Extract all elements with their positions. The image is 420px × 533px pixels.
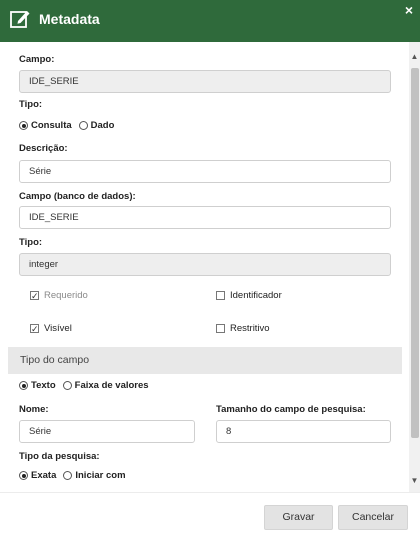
nome-label: Nome: <box>19 404 49 415</box>
radio-faixa-valores[interactable] <box>62 381 72 390</box>
radio-exata-label: Exata <box>31 470 57 481</box>
dialog-footer: Gravar Cancelar <box>0 492 420 533</box>
radio-iniciar-com[interactable] <box>63 471 73 480</box>
close-icon[interactable]: × <box>405 2 413 18</box>
dialog-title: Metadata <box>39 11 100 27</box>
radio-exata[interactable] <box>19 471 28 480</box>
edit-icon <box>10 11 30 28</box>
scroll-thumb[interactable] <box>411 68 419 438</box>
scroll-down-icon[interactable]: ▼ <box>409 474 420 488</box>
tipo2-label: Tipo: <box>19 237 43 248</box>
tipo-campo-radio-group: Texto Faixa de valores <box>19 380 156 391</box>
identificador-label: Identificador <box>230 290 282 301</box>
campo-label: Campo: <box>19 54 55 65</box>
campo-bd-label: Campo (banco de dados): <box>19 191 136 202</box>
vertical-scrollbar[interactable]: ▲ ▼ <box>409 42 420 492</box>
restritivo-checkbox[interactable]: Restritivo <box>216 323 270 334</box>
nome-field[interactable]: Série <box>19 420 195 443</box>
radio-dado-label: Dado <box>90 120 115 131</box>
scroll-up-icon[interactable]: ▲ <box>409 50 420 64</box>
tamanho-label: Tamanho do campo de pesquisa: <box>216 404 366 415</box>
radio-iniciar-com-label: Iniciar com <box>75 470 126 481</box>
requerido-check-icon: ✓ <box>30 291 39 301</box>
pesquisa-label: Tipo da pesquisa: <box>19 451 100 462</box>
tipo2-field: integer <box>19 253 391 276</box>
section-header-tipo-campo: Tipo do campo <box>8 347 402 374</box>
campo-field: IDE_SERIE <box>19 70 391 93</box>
radio-texto[interactable] <box>19 381 28 390</box>
tipo-label: Tipo: <box>19 99 43 110</box>
metadata-form: Campo: IDE_SERIE Tipo: Consulta Dado Des… <box>8 42 402 492</box>
visivel-label: Visível <box>44 323 72 334</box>
radio-faixa-valores-label: Faixa de valores <box>74 380 149 391</box>
restritivo-check-box[interactable] <box>216 324 225 333</box>
descricao-field[interactable]: Série <box>19 160 391 183</box>
identificador-check-box[interactable] <box>216 291 225 300</box>
requerido-label: Requerido <box>44 290 88 301</box>
descricao-label: Descrição: <box>19 143 68 154</box>
radio-texto-label: Texto <box>31 380 56 391</box>
radio-consulta[interactable] <box>19 121 28 130</box>
tipo-radio-group: Consulta Dado <box>19 120 121 131</box>
radio-consulta-label: Consulta <box>31 120 72 131</box>
restritivo-label: Restritivo <box>230 323 270 334</box>
cancel-button[interactable]: Cancelar <box>338 505 408 530</box>
pesquisa-radio-group: Exata Iniciar com <box>19 470 133 481</box>
identificador-checkbox[interactable]: Identificador <box>216 290 282 301</box>
requerido-checkbox: ✓ Requerido <box>30 290 88 301</box>
visivel-check-icon[interactable]: ✓ <box>30 324 39 334</box>
campo-bd-field[interactable]: IDE_SERIE <box>19 206 391 229</box>
radio-dado[interactable] <box>78 121 88 130</box>
tamanho-field[interactable]: 8 <box>216 420 391 443</box>
save-button[interactable]: Gravar <box>264 505 333 530</box>
visivel-checkbox[interactable]: ✓ Visível <box>30 323 72 334</box>
dialog-titlebar: Metadata × <box>0 0 420 42</box>
dialog-body: Campo: IDE_SERIE Tipo: Consulta Dado Des… <box>0 42 420 492</box>
